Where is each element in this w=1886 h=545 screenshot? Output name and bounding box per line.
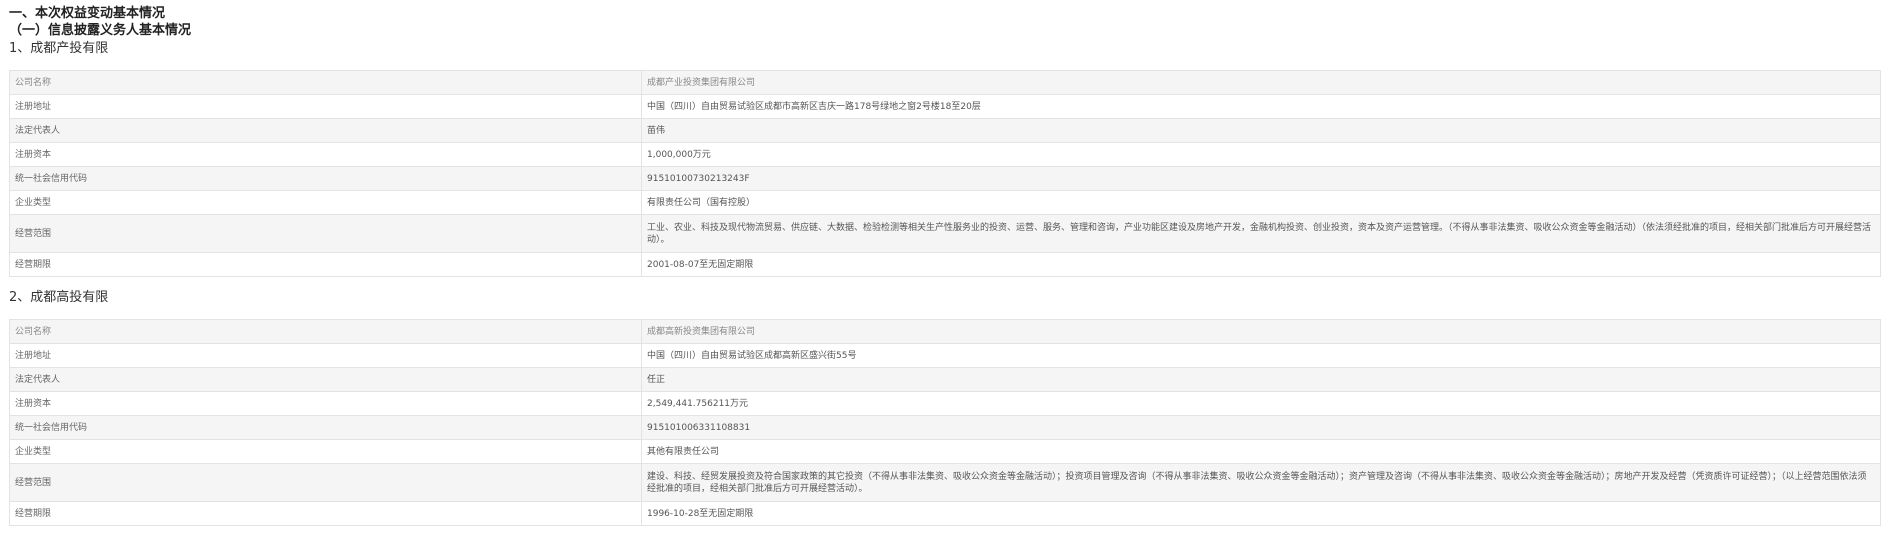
table-row: 统一社会信用代码 91510100730213243F [9, 166, 1881, 191]
row-label: 经营期限 [9, 501, 642, 526]
company-info-table-2: 公司名称 成都高新投资集团有限公司 注册地址 中国（四川）自由贸易试验区成都高新… [9, 319, 1881, 526]
row-value: 915101006331108831 [641, 415, 1881, 440]
table-row: 公司名称 成都产业投资集团有限公司 [9, 70, 1881, 95]
row-value: 工业、农业、科技及现代物流贸易、供应链、大数据、检验检测等相关生产性服务业的投资… [641, 214, 1881, 253]
table-row: 注册地址 中国（四川）自由贸易试验区成都市高新区吉庆一路178号绿地之窗2号楼1… [9, 94, 1881, 119]
section-title-1: 1、成都产投有限 [9, 41, 109, 56]
row-value: 91510100730213243F [641, 166, 1881, 191]
table-row: 注册地址 中国（四川）自由贸易试验区成都高新区盛兴街55号 [9, 343, 1881, 368]
sub-heading: （一）信息披露义务人基本情况 [9, 23, 192, 38]
row-value: 2001-08-07至无固定期限 [641, 252, 1881, 277]
table-row: 经营期限 1996-10-28至无固定期限 [9, 501, 1881, 526]
row-value: 2,549,441.756211万元 [641, 391, 1881, 416]
table-row: 统一社会信用代码 915101006331108831 [9, 415, 1881, 440]
table-row: 经营范围 工业、农业、科技及现代物流贸易、供应链、大数据、检验检测等相关生产性服… [9, 214, 1881, 253]
table-row: 企业类型 有限责任公司（国有控股） [9, 190, 1881, 215]
row-value: 1,000,000万元 [641, 142, 1881, 167]
table-row: 经营期限 2001-08-07至无固定期限 [9, 252, 1881, 277]
row-value: 中国（四川）自由贸易试验区成都高新区盛兴街55号 [641, 343, 1881, 368]
row-label: 统一社会信用代码 [9, 415, 642, 440]
row-label: 经营期限 [9, 252, 642, 277]
row-value: 成都产业投资集团有限公司 [641, 70, 1881, 95]
row-value: 中国（四川）自由贸易试验区成都市高新区吉庆一路178号绿地之窗2号楼18至20层 [641, 94, 1881, 119]
main-heading: 一、本次权益变动基本情况 [9, 6, 166, 21]
table-row: 注册资本 1,000,000万元 [9, 142, 1881, 167]
row-value: 建设、科技、经贸发展投资及符合国家政策的其它投资（不得从事非法集资、吸收公众资金… [641, 463, 1881, 502]
table-row: 公司名称 成都高新投资集团有限公司 [9, 319, 1881, 344]
table-row: 法定代表人 苗伟 [9, 118, 1881, 143]
row-value: 有限责任公司（国有控股） [641, 190, 1881, 215]
row-value: 成都高新投资集团有限公司 [641, 319, 1881, 344]
row-label: 公司名称 [9, 70, 642, 95]
table-row: 企业类型 其他有限责任公司 [9, 439, 1881, 464]
table-row: 经营范围 建设、科技、经贸发展投资及符合国家政策的其它投资（不得从事非法集资、吸… [9, 463, 1881, 502]
table-row: 法定代表人 任正 [9, 367, 1881, 392]
row-label: 经营范围 [9, 463, 642, 502]
table-row: 注册资本 2,549,441.756211万元 [9, 391, 1881, 416]
row-label: 注册地址 [9, 94, 642, 119]
row-label: 注册地址 [9, 343, 642, 368]
row-label: 注册资本 [9, 142, 642, 167]
row-label: 企业类型 [9, 439, 642, 464]
row-value: 任正 [641, 367, 1881, 392]
row-value: 1996-10-28至无固定期限 [641, 501, 1881, 526]
document-page: 一、本次权益变动基本情况 （一）信息披露义务人基本情况 1、成都产投有限 公司名… [0, 0, 1881, 526]
row-value: 其他有限责任公司 [641, 439, 1881, 464]
row-label: 企业类型 [9, 190, 642, 215]
row-label: 注册资本 [9, 391, 642, 416]
row-label: 经营范围 [9, 214, 642, 253]
row-label: 公司名称 [9, 319, 642, 344]
row-label: 统一社会信用代码 [9, 166, 642, 191]
row-label: 法定代表人 [9, 118, 642, 143]
row-label: 法定代表人 [9, 367, 642, 392]
section-title-2: 2、成都高投有限 [9, 290, 109, 305]
row-value: 苗伟 [641, 118, 1881, 143]
company-info-table-1: 公司名称 成都产业投资集团有限公司 注册地址 中国（四川）自由贸易试验区成都市高… [9, 70, 1881, 277]
